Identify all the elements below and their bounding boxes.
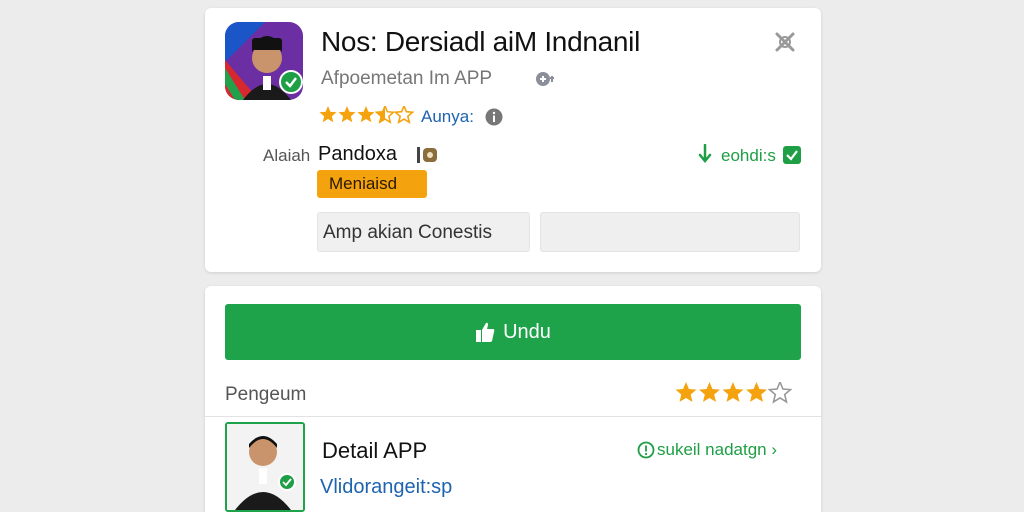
star-icon [338,106,356,123]
star-icon [722,382,744,402]
checkbox-checked-icon[interactable] [783,146,801,164]
verified-badge-icon [279,70,303,94]
close-icon[interactable] [771,28,799,56]
rating-stars [319,106,415,124]
star-icon [675,382,697,402]
install-button-label: Undu [503,320,551,343]
download-status: eohdi:s [721,146,776,165]
review-stars[interactable] [675,382,801,406]
star-icon [319,106,337,123]
install-card: Undu Pengeum Detail APP sukeil nadatgn ›… [205,286,821,512]
developer-prefix: Alaiah [263,146,311,165]
detail-subtitle[interactable]: Vlidorangeit:sp [320,476,452,499]
empty-field[interactable] [540,212,800,252]
developer-name[interactable]: Pandoxa [318,143,397,166]
detail-link[interactable]: sukeil nadatgn › [657,440,777,460]
app-subtitle: Afpoemetan Im APP [321,68,493,89]
star-icon [767,382,793,404]
info-icon[interactable] [485,108,503,126]
star-icon [699,382,720,402]
detail-avatar[interactable] [225,422,305,512]
thumb-icon [476,322,495,342]
info-circle-icon [637,441,655,459]
star-icon [393,106,415,124]
share-icon[interactable] [535,68,557,90]
app-title: Nos: Dersiadl aiM Indnanil [321,26,641,57]
app-info-field[interactable]: Amp akian Conestis [317,212,530,252]
divider [205,416,821,417]
review-label: Pengeum [225,384,307,405]
star-icon [746,382,767,402]
rating-label[interactable]: Aunya: [421,107,474,127]
detail-title: Detail APP [322,438,428,463]
download-arrow-icon [697,143,713,164]
developer-tag-icon [417,146,439,164]
category-badge: Meniaisd [317,170,427,198]
app-header-card: Nos: Dersiadl aiM Indnanil Afpoemetan Im… [205,8,821,272]
install-button[interactable]: Undu [225,304,801,360]
star-icon [357,106,375,123]
